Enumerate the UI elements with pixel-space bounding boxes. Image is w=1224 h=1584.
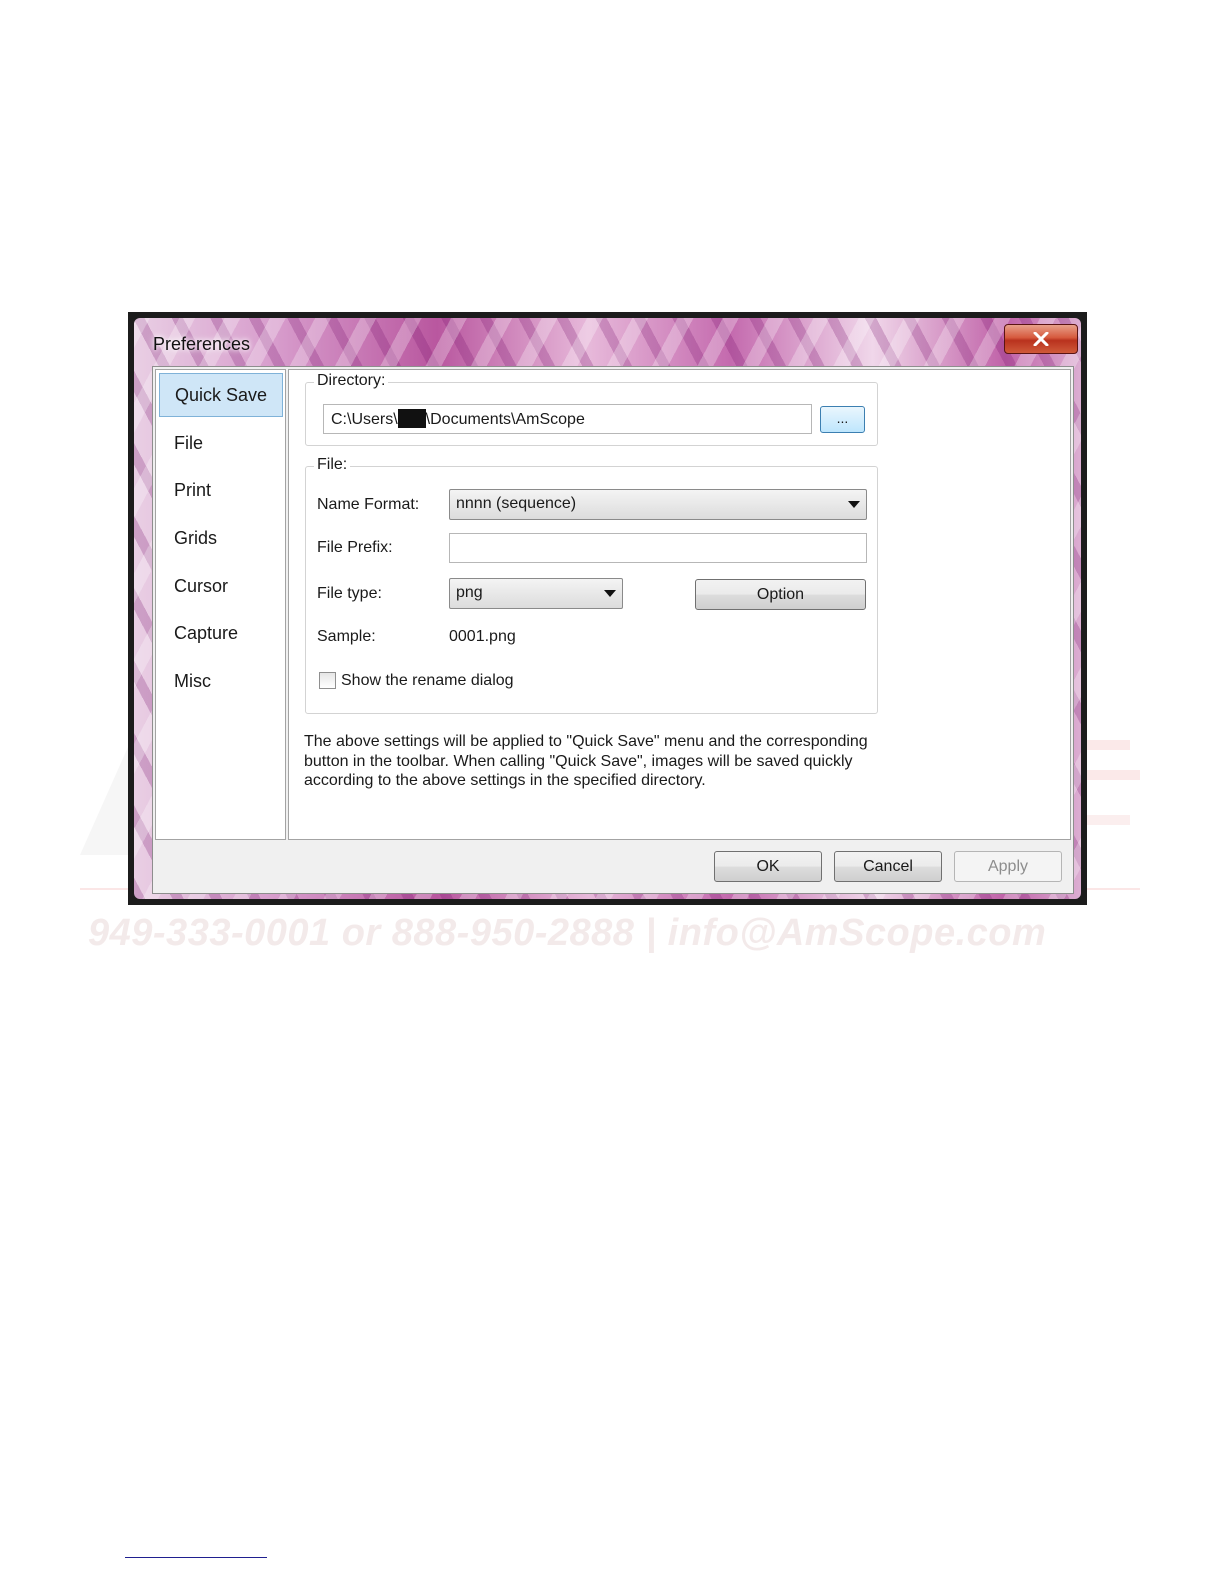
sidebar-item-capture[interactable]: Capture	[159, 611, 283, 655]
description-line: The above settings will be applied to "Q…	[304, 733, 868, 750]
rename-dialog-label: Show the rename dialog	[341, 672, 514, 689]
sidebar-item-label: Quick Save	[175, 384, 268, 405]
file-prefix-input[interactable]	[449, 533, 867, 563]
chevron-down-icon	[848, 501, 860, 508]
sidebar-item-label: Grids	[174, 527, 218, 548]
sample-value: 0001.png	[449, 628, 516, 645]
directory-group-label: Directory:	[314, 372, 389, 390]
close-button[interactable]	[1004, 324, 1078, 354]
footnote-separator	[125, 1557, 267, 1558]
option-button[interactable]: Option	[695, 579, 866, 610]
window-title: Preferences	[153, 334, 251, 354]
cancel-button[interactable]: Cancel	[834, 851, 942, 882]
description-line: according to the above settings in the s…	[304, 772, 706, 789]
directory-path-suffix: \Documents\AmScope	[425, 411, 585, 428]
name-format-label: Name Format:	[317, 496, 420, 513]
sidebar-item-label: Capture	[174, 622, 239, 643]
file-type-label: File type:	[317, 585, 382, 602]
close-x-icon	[1033, 332, 1049, 346]
file-prefix-label: File Prefix:	[317, 539, 393, 556]
sidebar-item-cursor[interactable]: Cursor	[159, 564, 283, 608]
document-page: 949-333-0001 or 888-950-2888 | info@AmSc…	[0, 0, 1224, 1584]
sidebar-item-label: Cursor	[174, 575, 229, 596]
sidebar-item-grids[interactable]: Grids	[159, 516, 283, 560]
directory-path-field[interactable]: C:\Users\ \Documents\AmScope	[323, 404, 812, 434]
file-group-label: File:	[314, 456, 351, 474]
chevron-down-icon	[604, 590, 616, 597]
dialog-client-area: Quick Save File Print Grids Cursor Captu…	[152, 366, 1074, 894]
sidebar-item-label: Print	[174, 479, 212, 500]
watermark-contact: 949-333-0001 or 888-950-2888 | info@AmSc…	[88, 912, 1047, 954]
sidebar-item-misc[interactable]: Misc	[159, 659, 283, 703]
directory-path-prefix: C:\Users\	[331, 411, 398, 428]
file-type-value: png	[456, 584, 483, 601]
sidebar-item-quick-save[interactable]: Quick Save	[159, 373, 283, 417]
rename-dialog-checkbox[interactable]	[319, 672, 336, 689]
ok-button[interactable]: OK	[714, 851, 822, 882]
browse-directory-button[interactable]: ...	[820, 406, 865, 433]
name-format-dropdown[interactable]: nnnn (sequence)	[449, 489, 867, 520]
sidebar-item-label: File	[174, 432, 204, 453]
description-line: button in the toolbar. When calling "Qui…	[304, 752, 853, 770]
sidebar-item-label: Misc	[174, 670, 211, 691]
directory-group: Directory: C:\Users\ \Documents\AmScope .…	[305, 372, 878, 446]
redacted-username-block	[397, 409, 426, 428]
preferences-sidebar: Quick Save File Print Grids Cursor Captu…	[155, 369, 286, 840]
sample-label: Sample:	[317, 628, 376, 645]
sidebar-item-print[interactable]: Print	[159, 468, 283, 512]
file-type-dropdown[interactable]: png	[449, 578, 623, 609]
sidebar-item-file[interactable]: File	[159, 421, 283, 465]
quick-save-description: The above settings will be applied to "Q…	[304, 732, 884, 791]
file-group: File: Name Format: nnnn (sequence) File …	[305, 456, 878, 714]
preferences-window: Preferences Quick Save File Print Grids …	[128, 312, 1087, 905]
name-format-value: nnnn (sequence)	[456, 495, 577, 512]
apply-button[interactable]: Apply	[954, 851, 1062, 882]
window-titlebar-frame: Preferences Quick Save File Print Grids …	[134, 318, 1081, 899]
quick-save-panel: Directory: C:\Users\ \Documents\AmScope .…	[288, 369, 1071, 840]
